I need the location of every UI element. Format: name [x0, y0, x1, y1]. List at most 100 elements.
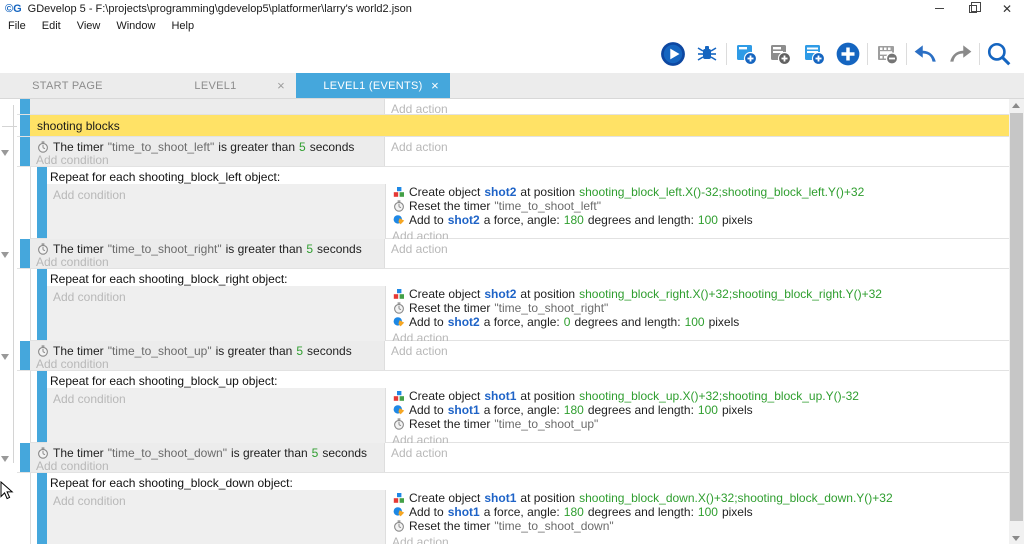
condition[interactable]: The timer "time_to_shoot_up" is greater … [36, 341, 384, 358]
text-segment: pixels [721, 213, 753, 227]
add-new-button[interactable] [831, 40, 865, 68]
add-condition-button[interactable]: Add condition [36, 256, 384, 268]
event-row[interactable]: The timer "time_to_shoot_left" is greate… [1, 137, 1009, 167]
add-action-button[interactable]: Add action [392, 535, 449, 544]
tab-level1-events[interactable]: LEVEL1 (EVENTS) × [296, 73, 450, 98]
add-action-button[interactable]: Add action [391, 341, 1009, 358]
text-segment: Reset the timer [409, 301, 491, 315]
action[interactable]: Reset the timer "time_to_shoot_right" [392, 301, 1009, 315]
tab-close-button[interactable]: × [277, 79, 285, 92]
menu-edit[interactable]: Edit [34, 18, 69, 34]
action[interactable]: Reset the timer "time_to_shoot_down" [392, 519, 1009, 533]
action[interactable]: Add to shot2 a force, angle: 180 degrees… [392, 213, 1009, 227]
event-row[interactable]: The timer "time_to_shoot_up" is greater … [1, 341, 1009, 371]
text-segment: Create object [409, 185, 481, 199]
add-condition-button[interactable]: Add condition [53, 290, 126, 304]
sub-event-row[interactable]: Repeat for each shooting_block_right obj… [30, 269, 1009, 347]
text-segment: Create object [409, 389, 481, 403]
tab-close-button[interactable]: × [431, 79, 439, 92]
menu-file[interactable]: File [0, 18, 34, 34]
add-action-button[interactable]: Add action [391, 443, 1009, 460]
text-segment: 100 [684, 315, 705, 329]
text-segment: "time_to_shoot_right" [107, 241, 222, 256]
tab-start-page[interactable]: START PAGE [0, 73, 135, 98]
text-segment: The timer [53, 445, 104, 460]
play-button[interactable] [656, 40, 690, 68]
action[interactable]: Add to shot1 a force, angle: 180 degrees… [392, 403, 1009, 417]
timer-icon [36, 140, 49, 153]
restore-icon [969, 1, 981, 13]
condition[interactable]: The timer "time_to_shoot_right" is great… [36, 239, 384, 256]
add-condition-button[interactable]: Add condition [53, 494, 126, 508]
add-action-button[interactable]: Add action [391, 239, 1009, 256]
event-highlight-bar [20, 239, 30, 268]
action[interactable]: Create object shot1 at position shooting… [392, 389, 1009, 403]
menu-help[interactable]: Help [163, 18, 202, 34]
add-event-button[interactable] [729, 40, 763, 68]
collapse-toggle-icon[interactable] [1, 456, 9, 462]
add-condition-button[interactable]: Add condition [36, 460, 384, 472]
action[interactable]: Reset the timer "time_to_shoot_up" [392, 417, 1009, 431]
repeat-event-header[interactable]: Repeat for each shooting_block_left obje… [47, 167, 1009, 184]
add-condition-button[interactable]: Add condition [53, 392, 126, 406]
add-condition-button[interactable]: Add condition [53, 188, 126, 202]
toolbar-separator [906, 43, 907, 65]
text-segment: seconds [307, 343, 352, 358]
event-row[interactable]: The timer "time_to_shoot_right" is great… [1, 239, 1009, 269]
sub-event-body: Add condition Create object shot2 at posi… [47, 184, 1009, 245]
text-segment: Reset the timer [409, 519, 491, 533]
redo-button[interactable] [943, 40, 977, 68]
collapse-toggle-icon[interactable] [1, 252, 9, 258]
add-action-button[interactable]: Add action [391, 137, 1009, 154]
debug-icon [697, 46, 717, 61]
sub-event-row[interactable]: Repeat for each shooting_block_down obje… [30, 473, 1009, 544]
condition[interactable]: The timer "time_to_shoot_down" is greate… [36, 443, 384, 460]
action[interactable]: Reset the timer "time_to_shoot_left" [392, 199, 1009, 213]
text-segment: shot2 [484, 185, 517, 199]
menu-window[interactable]: Window [108, 18, 163, 34]
action[interactable]: Create object shot1 at position shooting… [392, 491, 1009, 505]
sub-event-row[interactable]: Repeat for each shooting_block_up object… [30, 371, 1009, 449]
repeat-event-header[interactable]: Repeat for each shooting_block_right obj… [47, 269, 1009, 286]
timer-icon [392, 302, 405, 315]
action[interactable]: Add to shot2 a force, angle: 0 degrees a… [392, 315, 1009, 329]
remove-event-button[interactable] [870, 40, 904, 68]
undo-button[interactable] [909, 40, 943, 68]
scroll-down-icon[interactable] [1012, 536, 1020, 541]
collapse-toggle-icon[interactable] [1, 354, 9, 360]
action[interactable]: Create object shot2 at position shooting… [392, 287, 1009, 301]
text-segment: 100 [697, 505, 718, 519]
condition[interactable]: The timer "time_to_shoot_left" is greate… [36, 137, 384, 154]
action[interactable]: Add to shot1 a force, angle: 180 degrees… [392, 505, 1009, 519]
minimize-button[interactable] [922, 0, 956, 17]
add-condition-button[interactable]: Add condition [36, 358, 384, 370]
repeat-event-header[interactable]: Repeat for each shooting_block_up object… [47, 371, 1009, 388]
force-icon [392, 214, 405, 227]
vertical-scrollbar[interactable] [1009, 99, 1024, 544]
text-segment: degrees and length: [574, 315, 681, 329]
scroll-up-icon[interactable] [1012, 103, 1020, 108]
comment-event[interactable]: shooting blocks [17, 115, 1009, 137]
text-segment: Create object [409, 287, 481, 301]
add-comment-button[interactable] [797, 40, 831, 68]
repeat-event-header[interactable]: Repeat for each shooting_block_down obje… [47, 473, 1009, 490]
tab-level1[interactable]: LEVEL1 × [135, 73, 296, 98]
actions-column: Add action [384, 99, 1009, 116]
debug-button[interactable] [690, 40, 724, 68]
sub-event-content: Repeat for each shooting_block_down obje… [47, 473, 1009, 544]
close-button[interactable]: ✕ [990, 0, 1024, 17]
event-row[interactable]: The timer "time_to_shoot_down" is greate… [1, 443, 1009, 473]
search-button[interactable] [982, 40, 1016, 68]
create-object-icon [392, 390, 405, 403]
add-action-button[interactable]: Add action [391, 99, 1009, 116]
menu-view[interactable]: View [69, 18, 109, 34]
add-subevent-button[interactable] [763, 40, 797, 68]
conditions-column: Add condition [47, 388, 385, 449]
sub-event-row[interactable]: Repeat for each shooting_block_left obje… [30, 167, 1009, 245]
restore-button[interactable] [956, 0, 990, 17]
scrollbar-thumb[interactable] [1010, 113, 1023, 521]
text-segment: pixels [708, 315, 740, 329]
collapse-toggle-icon[interactable] [1, 150, 9, 156]
action[interactable]: Create object shot2 at position shooting… [392, 185, 1009, 199]
add-condition-button[interactable]: Add condition [36, 154, 384, 166]
